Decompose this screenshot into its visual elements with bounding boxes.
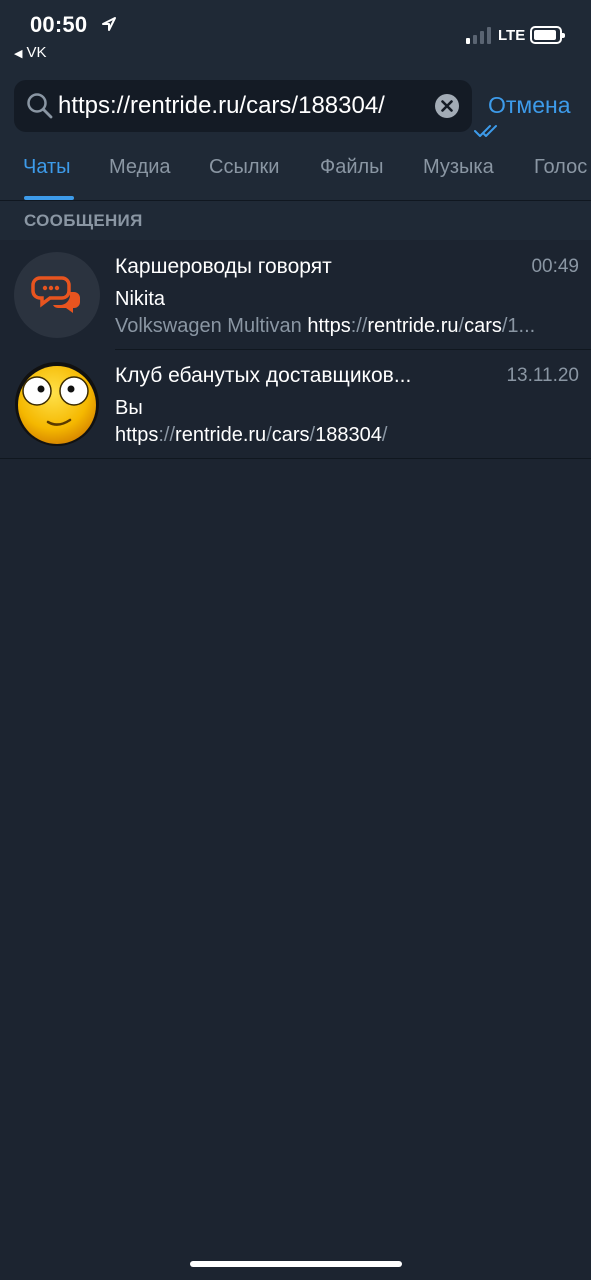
preview-text: Volkswagen Multivan: [115, 315, 308, 337]
back-triangle-icon: ◀: [14, 48, 23, 60]
back-app-label: VK: [26, 44, 47, 61]
preview-link-part: https: [307, 315, 351, 337]
preview-link-part: rentride.ru: [367, 315, 459, 337]
preview-link-part: /1...: [501, 315, 536, 337]
tab-media[interactable]: Медиа: [109, 156, 171, 179]
status-time: 00:50: [30, 12, 88, 37]
back-to-app-button[interactable]: ◀ VK: [14, 44, 46, 61]
tab-links[interactable]: Ссылки: [209, 156, 279, 179]
section-title-messages: СООБЩЕНИЯ: [24, 211, 143, 230]
chat-result-row[interactable]: Каршероводы говорят 00:49 Nikita Volkswa…: [0, 241, 591, 350]
clear-search-icon[interactable]: [435, 94, 459, 118]
tab-files[interactable]: Файлы: [320, 156, 384, 179]
chat-sender: Вы: [115, 397, 143, 419]
chat-avatar: [14, 252, 100, 338]
home-indicator[interactable]: [190, 1261, 402, 1267]
preview-link-part: cars: [271, 424, 310, 446]
chat-preview: https://rentride.ru/cars/188304/: [115, 424, 577, 447]
network-type: LTE: [498, 27, 526, 44]
chat-title: Каршероводы говорят: [115, 255, 332, 278]
preview-link-part: /: [381, 424, 388, 446]
chat-time: 13.11.20: [506, 365, 579, 386]
cellular-signal-icon: [466, 26, 494, 44]
preview-link-part: 188304: [315, 424, 382, 446]
search-bar[interactable]: [14, 80, 472, 132]
preview-link-part: cars: [464, 315, 502, 337]
preview-link-part: ://: [158, 424, 176, 446]
preview-link-part: ://: [350, 315, 368, 337]
smiley-face-icon: [15, 362, 99, 446]
preview-link-part: rentride.ru: [175, 424, 267, 446]
search-input[interactable]: [58, 88, 428, 124]
chat-preview: Volkswagen Multivan https://rentride.ru /…: [115, 315, 577, 338]
tab-music[interactable]: Музыка: [423, 156, 494, 179]
tabs-divider: [0, 200, 591, 201]
chat-title: Клуб ебанутых доставщиков...: [115, 364, 412, 387]
preview-link-part: https: [115, 424, 159, 446]
tab-chats[interactable]: Чаты: [23, 156, 71, 179]
search-filter-tabs: Чаты Медиа Ссылки Файлы Музыка Голос: [0, 152, 591, 200]
tab-voice[interactable]: Голос: [534, 156, 587, 179]
chat-avatar: [14, 361, 100, 447]
location-arrow-icon: [102, 17, 116, 31]
battery-icon: [530, 26, 565, 44]
chat-sender: Nikita: [115, 288, 166, 310]
search-icon: [27, 93, 53, 119]
row-divider: [0, 458, 591, 459]
chat-time: 00:49: [531, 256, 579, 277]
double-check-read-icon: [474, 125, 497, 137]
chat-bubbles-icon: [31, 276, 80, 313]
chat-result-row[interactable]: Клуб ебанутых доставщиков... 13.11.20 Вы…: [0, 350, 591, 459]
cancel-search-button[interactable]: Отмена: [488, 92, 571, 119]
